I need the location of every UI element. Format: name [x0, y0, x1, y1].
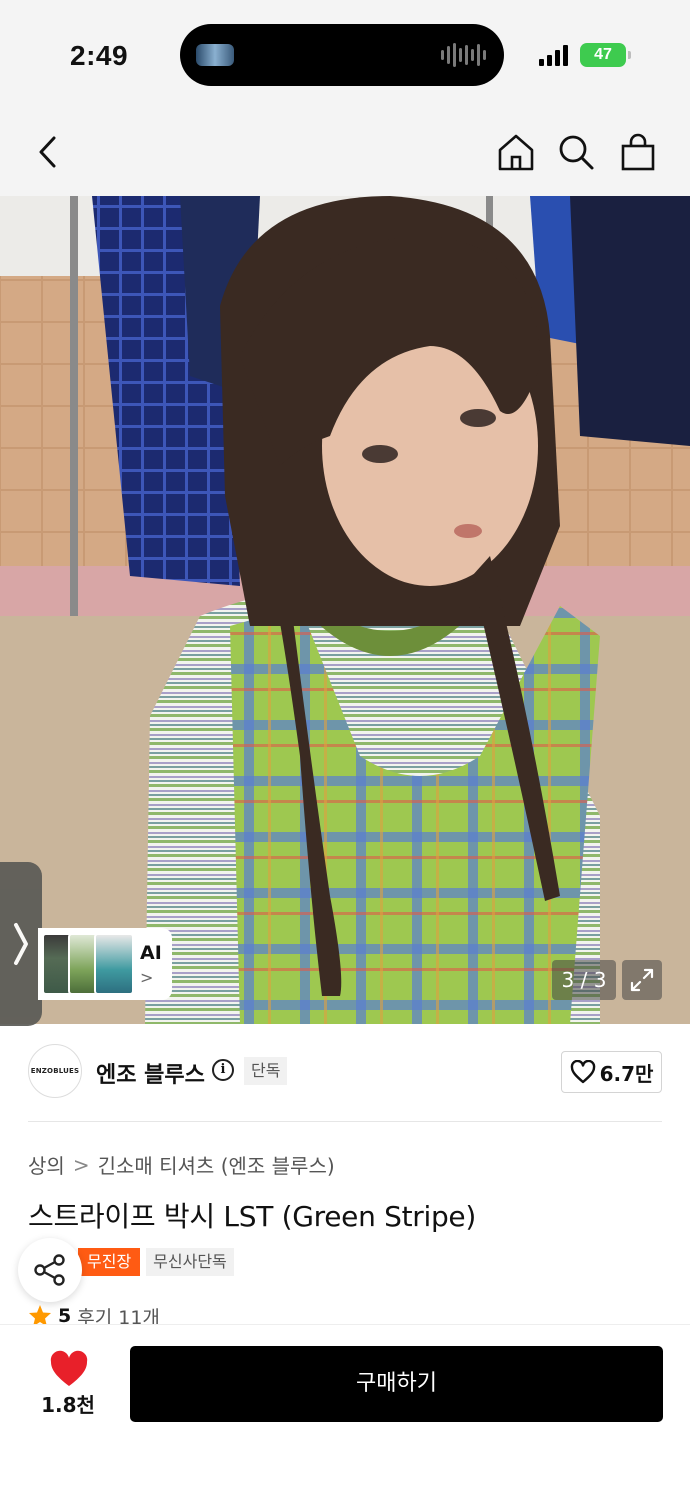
breadcrumb-separator-icon: > [72, 1152, 90, 1177]
similar-item-thumbnail[interactable] [94, 933, 134, 995]
breadcrumb: 상의 > 긴소매 티셔츠 (엔조 블루스) [28, 1150, 335, 1179]
side-drawer-tab[interactable] [0, 862, 42, 1026]
buy-button[interactable]: 구매하기 [130, 1346, 663, 1422]
shopping-bag-icon[interactable] [616, 130, 660, 174]
bottom-action-bar: 1.8천 구매하기 [0, 1324, 690, 1500]
search-icon[interactable] [554, 130, 598, 174]
brand-row: ENZOBLUES 엔조 블루스 i 단독 6.7만 [0, 1024, 690, 1122]
divider [28, 1121, 662, 1122]
product-photo-illustration [0, 196, 690, 1024]
cellular-signal-icon [539, 44, 568, 66]
brand-name[interactable]: 엔조 블루스 [96, 1057, 205, 1089]
home-icon[interactable] [494, 130, 538, 174]
status-bar: 2:49 47 [0, 0, 690, 110]
heart-outline-icon [570, 1060, 595, 1084]
breadcrumb-subcategory[interactable]: 긴소매 티셔츠 (엔조 블루스) [98, 1150, 335, 1179]
product-title: 스트라이프 박시 LST (Green Stripe) [28, 1200, 476, 1233]
audio-wave-icon [441, 42, 486, 68]
product-photo[interactable] [0, 196, 690, 1024]
dynamic-island [180, 24, 504, 86]
back-arrow-icon[interactable] [26, 130, 70, 174]
ai-similar-items-strip[interactable]: AI > [38, 928, 172, 1000]
tag-musinsa-exclusive: 무신사단독 [146, 1248, 234, 1276]
wishlist-count: 1.8천 [41, 1393, 95, 1417]
image-counter: 3 / 3 [552, 960, 616, 1000]
ai-label: AI [140, 942, 162, 964]
status-time: 2:49 [70, 40, 129, 71]
info-icon[interactable]: i [212, 1059, 234, 1081]
exclusive-badge: 단독 [244, 1057, 288, 1085]
ai-chevron-icon: > [140, 968, 154, 987]
share-icon [34, 1254, 65, 1286]
expand-icon[interactable] [622, 960, 662, 1000]
share-button[interactable] [18, 1238, 82, 1302]
battery-indicator: 47 [580, 43, 631, 67]
now-playing-thumbnail [196, 44, 234, 66]
brand-like-button[interactable]: 6.7만 [561, 1051, 662, 1093]
breadcrumb-category[interactable]: 상의 [28, 1150, 65, 1179]
chevron-right-icon [14, 923, 28, 965]
product-tags: 무진장 무신사단독 [78, 1248, 234, 1276]
brand-like-count: 6.7만 [599, 1061, 654, 1086]
brand-logo[interactable]: ENZOBLUES [28, 1044, 82, 1098]
wishlist-heart-icon[interactable] [48, 1349, 90, 1389]
tag-mujinjang: 무진장 [78, 1248, 141, 1276]
top-nav-bar [0, 110, 690, 196]
